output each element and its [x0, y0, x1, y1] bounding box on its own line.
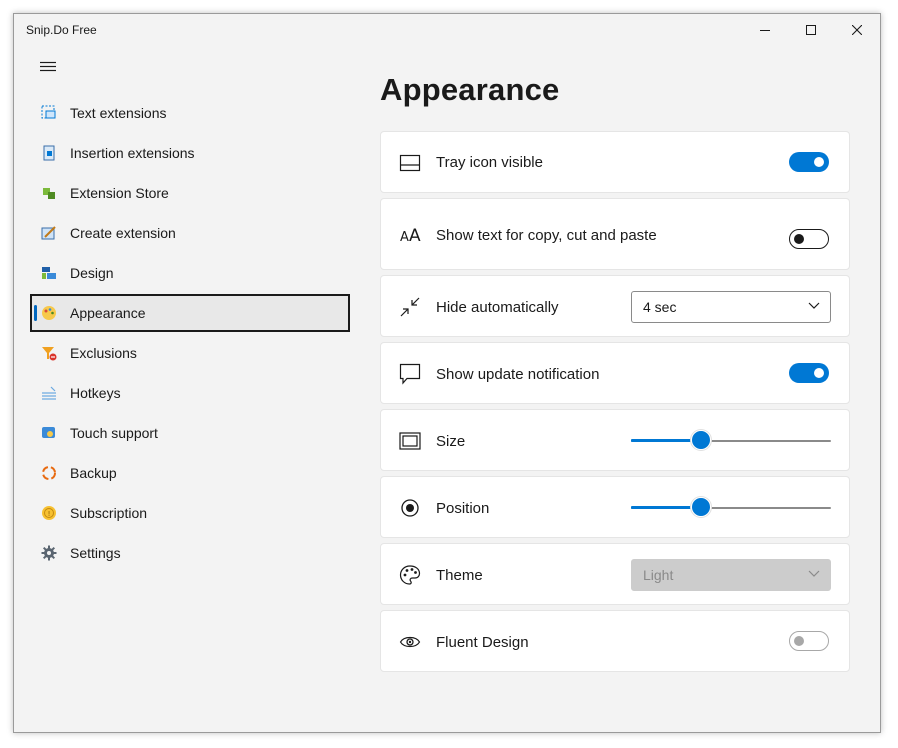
title-bar: Snip.Do Free [14, 14, 880, 48]
show-text-toggle[interactable] [789, 229, 829, 249]
nav-item-extension-store[interactable]: Extension Store [30, 174, 350, 212]
insertion-extensions-icon [41, 145, 57, 161]
chevron-down-icon [808, 302, 820, 309]
nav-item-hotkeys[interactable]: Hotkeys [30, 374, 350, 412]
backup-icon [41, 465, 57, 481]
setting-label: Show text for copy, cut and paste [436, 227, 657, 244]
setting-label: Show update notification [436, 366, 600, 383]
setting-label: Theme [436, 567, 483, 584]
setting-card-size: Size [380, 409, 850, 471]
setting-card-hide-automatically: Hide automatically 4 sec [380, 275, 850, 337]
minimize-icon [760, 30, 770, 31]
slider-thumb[interactable] [691, 497, 711, 517]
maximize-button[interactable] [788, 14, 834, 46]
app-window: Snip.Do Free Text extensions Insertion e… [13, 13, 881, 733]
nav-item-appearance[interactable]: Appearance [30, 294, 350, 332]
maximize-icon [806, 25, 816, 35]
font-size-icon: AA [399, 223, 421, 245]
chevron-down-icon [808, 570, 820, 577]
nav-item-exclusions[interactable]: Exclusions [30, 334, 350, 372]
hide-automatically-dropdown[interactable]: 4 sec [631, 291, 831, 323]
nav-item-label: Insertion extensions [70, 145, 195, 161]
nav-item-create-extension[interactable]: Create extension [30, 214, 350, 252]
size-icon [399, 430, 421, 452]
nav-item-text-extensions[interactable]: Text extensions [30, 94, 350, 132]
exclusions-icon [41, 345, 57, 361]
dropdown-value: Light [643, 567, 674, 583]
toggle-knob [814, 157, 824, 167]
nav-item-label: Hotkeys [70, 385, 121, 401]
setting-card-update-notification: Show update notification [380, 342, 850, 404]
nav-item-design[interactable]: Design [30, 254, 350, 292]
hotkeys-icon [41, 385, 57, 401]
toggle-knob [794, 636, 804, 646]
svg-text:!: ! [48, 510, 51, 518]
close-icon [852, 25, 862, 35]
setting-label: Tray icon visible [436, 154, 543, 171]
nav-item-label: Subscription [70, 505, 148, 521]
collapse-arrows-icon [399, 296, 421, 318]
nav-item-settings[interactable]: Settings [30, 534, 350, 572]
nav-item-label: Touch support [70, 425, 158, 441]
position-icon [399, 497, 421, 519]
theme-dropdown[interactable]: Light [631, 559, 831, 591]
setting-card-theme: Theme Light [380, 543, 850, 605]
subscription-icon: ! [41, 505, 57, 521]
toggle-knob [814, 368, 824, 378]
nav-item-subscription[interactable]: ! Subscription [30, 494, 350, 532]
hamburger-icon [40, 61, 56, 72]
setting-card-position: Position [380, 476, 850, 538]
text-extensions-icon [41, 105, 57, 121]
selection-indicator [34, 305, 37, 321]
hamburger-menu-button[interactable] [40, 60, 60, 74]
nav-item-label: Text extensions [70, 105, 167, 121]
gear-icon [41, 545, 57, 561]
nav-item-label: Settings [70, 545, 121, 561]
svg-text:A: A [400, 230, 409, 243]
nav-item-touch-support[interactable]: Touch support [30, 414, 350, 452]
setting-label: Size [436, 433, 466, 450]
nav-item-insertion-extensions[interactable]: Insertion extensions [30, 134, 350, 172]
tray-icon-toggle[interactable] [789, 152, 829, 172]
slider-thumb[interactable] [691, 430, 711, 450]
nav-item-label: Exclusions [70, 345, 137, 361]
extension-store-icon [41, 185, 57, 201]
touch-support-icon [41, 425, 57, 441]
position-slider[interactable] [631, 497, 831, 519]
nav-item-label: Backup [70, 465, 117, 481]
page-title: Appearance [380, 72, 560, 107]
update-notification-toggle[interactable] [789, 363, 829, 383]
window-title: Snip.Do Free [26, 23, 97, 37]
nav-item-label: Create extension [70, 225, 176, 241]
setting-label: Position [436, 500, 490, 517]
setting-card-tray-icon: Tray icon visible [380, 131, 850, 193]
toggle-knob [794, 234, 804, 244]
tray-icon [399, 152, 421, 174]
close-button[interactable] [834, 14, 880, 46]
size-slider[interactable] [631, 430, 831, 452]
nav-item-label: Extension Store [70, 185, 169, 201]
dropdown-value: 4 sec [643, 299, 677, 315]
nav-item-label: Design [70, 265, 114, 281]
nav-item-backup[interactable]: Backup [30, 454, 350, 492]
setting-label: Hide automatically [436, 299, 559, 316]
fluent-design-toggle[interactable] [789, 631, 829, 651]
setting-label: Fluent Design [436, 634, 529, 651]
navigation-pane: Text extensions Insertion extensions Ext… [30, 94, 350, 574]
message-icon [399, 363, 421, 385]
minimize-button[interactable] [742, 14, 788, 46]
appearance-icon [41, 305, 57, 321]
eye-icon [399, 631, 421, 653]
setting-card-fluent-design: Fluent Design [380, 610, 850, 672]
setting-card-show-text: AA Show text for copy, cut and paste [380, 198, 850, 270]
nav-item-label: Appearance [70, 305, 146, 321]
design-icon [41, 265, 57, 281]
create-extension-icon [41, 225, 57, 241]
svg-text:A: A [409, 226, 421, 243]
palette-icon [399, 564, 421, 586]
